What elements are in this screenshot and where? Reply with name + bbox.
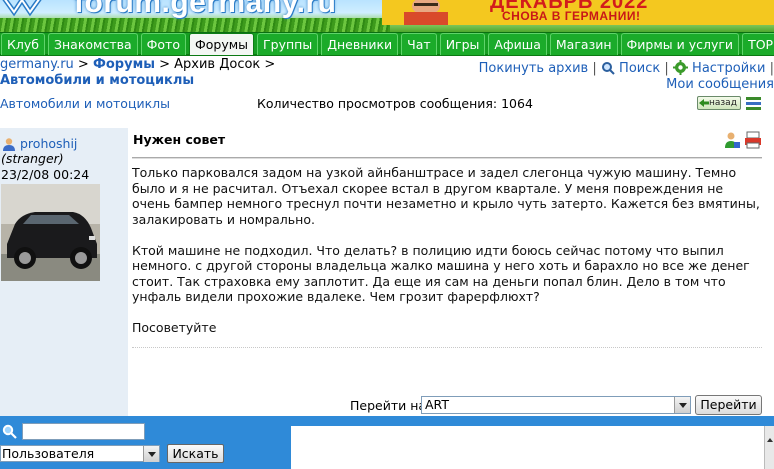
post-divider (132, 157, 762, 159)
back-button[interactable]: назад (697, 96, 741, 110)
search-icon (601, 62, 615, 75)
my-messages-link[interactable]: Мои сообщения (666, 77, 774, 92)
post-date: 23/2/08 00:24 (1, 167, 90, 182)
leave-archive-link[interactable]: Покинуть архив (479, 61, 589, 76)
logo-mark-icon (2, 0, 42, 17)
separator: | (592, 61, 597, 76)
footer-scrollbar[interactable] (764, 426, 774, 469)
post-paragraph: Посоветуйте (132, 320, 217, 335)
chevron-down-icon[interactable] (143, 446, 159, 462)
forum-subheader: Автомобили и мотоциклы Количество просмо… (0, 96, 774, 112)
breadcrumb-site-link[interactable]: germany.ru (0, 57, 74, 72)
nav-tab[interactable]: Форумы (188, 33, 255, 55)
settings-gear-icon (672, 60, 688, 75)
back-label: назад (709, 98, 737, 108)
separator: | (769, 61, 774, 76)
user-edit-icon[interactable] (725, 132, 740, 149)
footer-content-box (291, 426, 765, 469)
main-nav: Клуб Знакомства Фото Форумы Группы Дневники Ча… (0, 32, 774, 56)
breadcrumb-forums-link[interactable]: Форумы (93, 57, 155, 72)
view-count: Количество просмотров сообщения: 1064 (257, 96, 533, 111)
back-arrow-icon (699, 99, 709, 107)
nav-tab[interactable]: Дневники (321, 33, 399, 55)
breadcrumb-archive: > Архив Досок > (154, 57, 276, 72)
author-status: (stranger) (1, 151, 64, 166)
nav-tab[interactable]: Группы (257, 33, 319, 55)
user-icon (3, 138, 15, 151)
print-icon[interactable] (745, 131, 761, 149)
banner-grass-art (0, 18, 390, 32)
search-scope-select[interactable]: Пользователя (0, 445, 160, 462)
post-action-icons (725, 131, 761, 149)
post-body: Только парковался задом на узкой айнбанш… (132, 165, 764, 351)
settings-link[interactable]: Настройки (692, 61, 765, 76)
site-logo[interactable]: forum.germany.ru (74, 0, 337, 20)
post-title: Нужен совет (133, 132, 226, 147)
breadcrumb: germany.ru > Форумы > Архив Досок > Авто… (0, 57, 360, 89)
promo-person-image (390, 0, 462, 25)
author-name: prohoshij (20, 136, 78, 151)
breadcrumb-current-link[interactable]: Автомобили и мотоциклы (0, 73, 194, 88)
nav-tab[interactable]: Фото (140, 33, 186, 55)
author-name-link[interactable]: prohoshij (2, 136, 77, 151)
promo-subline: СНОВА В ГЕРМАНИИ! (502, 9, 641, 23)
footer-search-input[interactable] (22, 423, 145, 440)
post-paragraph: Только парковался задом на узкой айнбанш… (132, 165, 760, 227)
footer-search-icon (2, 424, 17, 439)
site-banner: forum.germany.ru ДЕКАБРЬ 2022 СНОВА В ГЕ… (0, 0, 774, 32)
nav-tab[interactable]: Чат (401, 33, 437, 55)
nav-tab[interactable]: Магазин (549, 33, 618, 55)
thread-list-icon[interactable] (746, 96, 761, 110)
author-panel: prohoshij (stranger) 23/2/08 00:24 (0, 128, 128, 416)
breadcrumb-separator: > (73, 57, 93, 72)
search-button[interactable]: Искать (167, 444, 224, 463)
nav-tab[interactable]: Клуб (1, 33, 45, 55)
separator: | (664, 61, 669, 76)
nav-tab[interactable]: Афиша (488, 33, 547, 55)
post-end-divider (132, 347, 762, 348)
nav-tab[interactable]: Фирмы и услуги (620, 33, 740, 55)
author-avatar-car-photo[interactable] (1, 184, 100, 281)
scroll-up-icon[interactable] (767, 438, 773, 442)
nav-tab[interactable]: Игры (439, 33, 486, 55)
nav-tab[interactable]: Знакомства (47, 33, 138, 55)
top-links: Покинуть архив | Поиск | Настройки | Мои… (468, 60, 774, 93)
search-scope-value: Пользователя (2, 446, 95, 461)
search-link[interactable]: Поиск (619, 61, 660, 76)
nav-tab[interactable]: TOP (742, 33, 774, 55)
post-paragraph: Ктой машине не подходил. Что делать? в п… (132, 242, 750, 305)
forum-select[interactable]: ART (421, 396, 691, 414)
forum-name-link[interactable]: Автомобили и мотоциклы (0, 96, 170, 111)
chevron-down-icon[interactable] (674, 397, 690, 413)
promo-banner[interactable]: ДЕКАБРЬ 2022 СНОВА В ГЕРМАНИИ! (382, 0, 774, 25)
forum-select-value: ART (425, 397, 449, 412)
jump-go-button[interactable]: Перейти (695, 395, 762, 415)
jump-label: Перейти на (350, 398, 427, 413)
